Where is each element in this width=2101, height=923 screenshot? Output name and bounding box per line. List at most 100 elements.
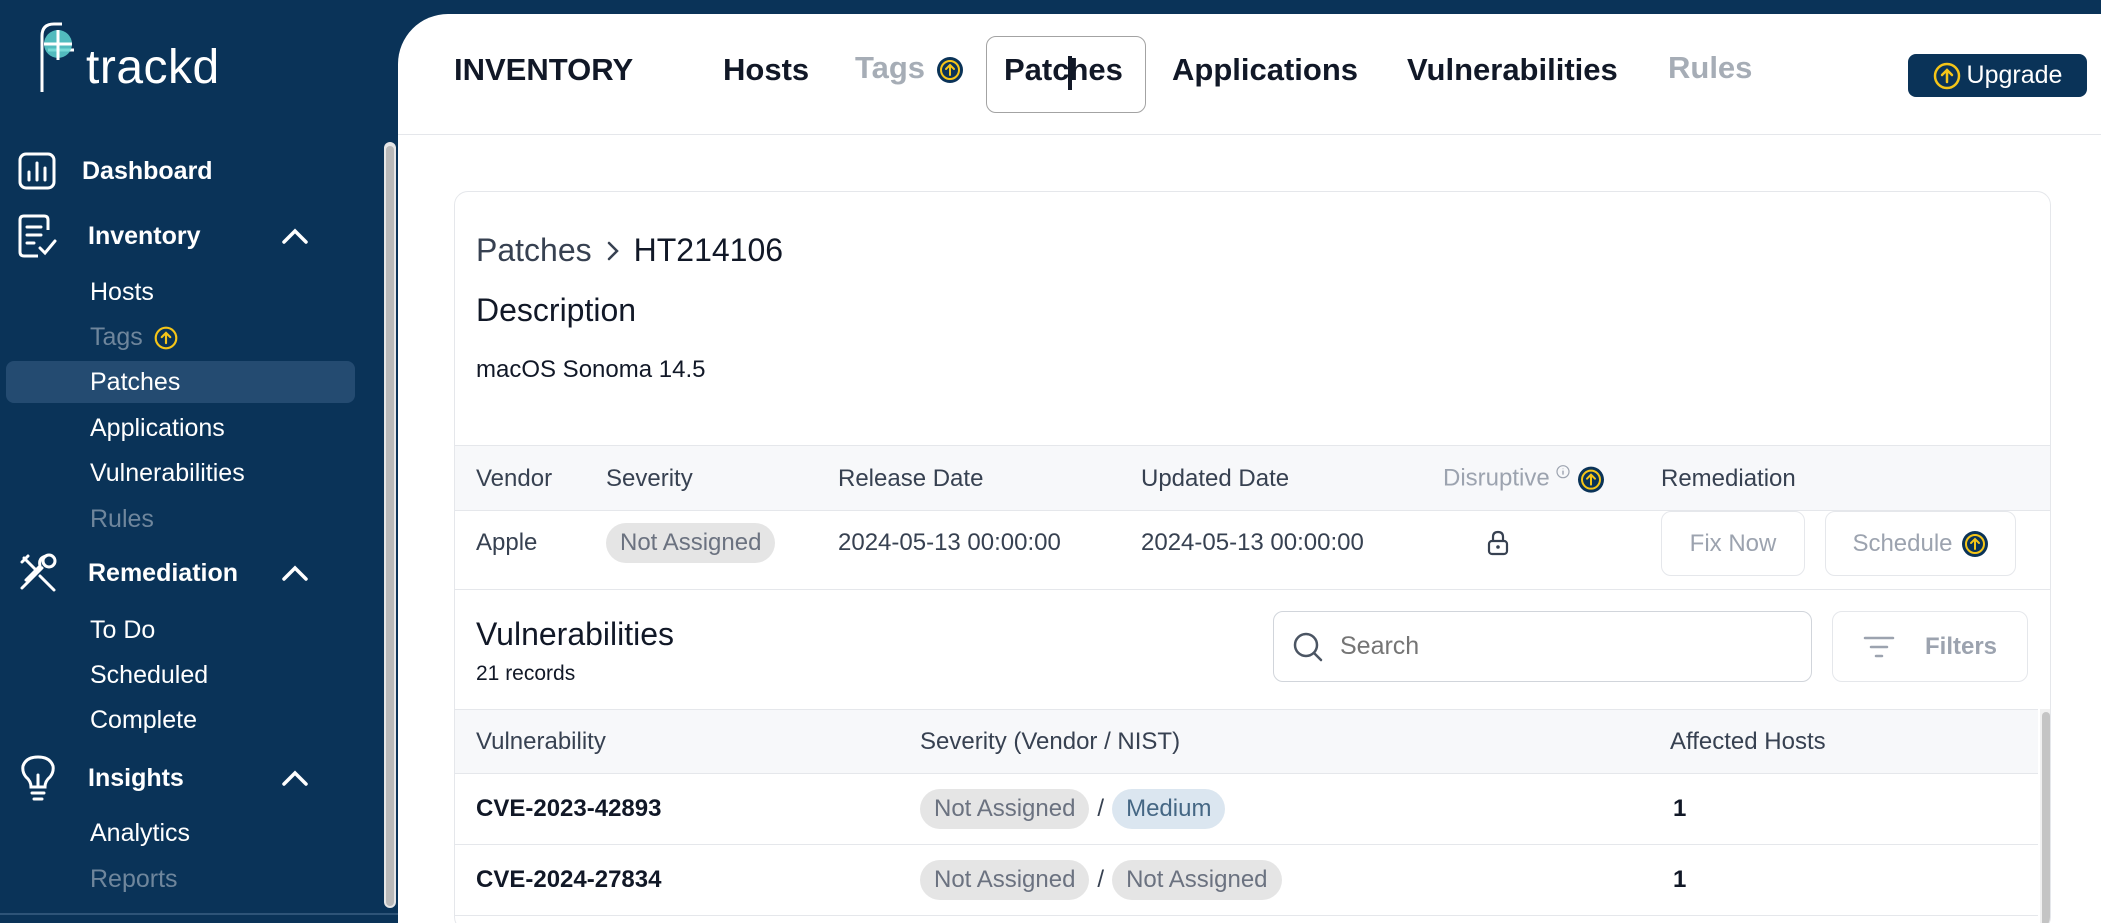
upgrade-button[interactable]: Upgrade (1908, 54, 2087, 97)
breadcrumb-current: HT214106 (633, 232, 784, 268)
col-release-date: Release Date (838, 465, 984, 492)
tab-rules[interactable]: Rules (1668, 50, 1752, 86)
sidebar-item-complete[interactable]: Complete (90, 706, 197, 735)
trackd-logo[interactable]: trackd (34, 20, 220, 92)
th-affected-hosts[interactable]: Affected Hosts (1670, 728, 1826, 756)
col-severity: Severity (606, 465, 693, 492)
nist-severity-pill: Medium (1112, 789, 1226, 829)
nav-dashboard[interactable]: Dashboard (18, 152, 213, 190)
search-box[interactable] (1273, 611, 1812, 682)
lightbulb-icon (21, 755, 55, 801)
vendor-severity-pill: Not Assigned (920, 789, 1090, 829)
main-panel: INVENTORY Hosts Tags Patches Application… (398, 14, 2101, 923)
affected-hosts: 1 (1673, 795, 1687, 822)
nav-insights-label: Insights (88, 763, 184, 792)
patch-meta-header: Vendor Severity Release Date Updated Dat… (455, 445, 2050, 511)
cve-id[interactable]: CVE-2023-42893 (476, 795, 661, 823)
tab-patches[interactable]: Patches (1004, 52, 1123, 88)
upgrade-label: Upgrade (1966, 61, 2063, 89)
nav-remediation[interactable]: Remediation (18, 552, 308, 594)
vulnerabilities-table-header: Vulnerability Severity (Vendor / NIST) A… (455, 709, 2038, 774)
breadcrumb: Patches HT214106 (476, 232, 783, 269)
severity-cell: Not Assigned / Medium (920, 789, 1226, 829)
table-scrollbar-thumb[interactable] (2042, 712, 2050, 923)
tab-tags-label: Tags (855, 50, 926, 85)
th-severity[interactable]: Severity (Vendor / NIST) (920, 728, 1180, 756)
severity-separator: / (1097, 795, 1105, 822)
sidebar-item-reports[interactable]: Reports (90, 865, 178, 894)
upgrade-arrow-icon (1933, 62, 1960, 89)
nav-dashboard-label: Dashboard (82, 156, 213, 185)
upgrade-badge-icon (936, 56, 963, 83)
fix-now-button[interactable]: Fix Now (1661, 511, 1805, 576)
tab-vulnerabilities[interactable]: Vulnerabilities (1407, 52, 1618, 88)
nav-remediation-label: Remediation (88, 558, 239, 587)
filter-icon (1863, 636, 1895, 657)
tab-applications[interactable]: Applications (1172, 52, 1358, 88)
info-icon[interactable] (1556, 465, 1570, 479)
dashboard-icon (18, 152, 56, 190)
severity-cell: Not Assigned / Not Assigned (920, 860, 1282, 900)
vendor-severity-pill: Not Assigned (920, 860, 1090, 900)
vulnerabilities-heading: Vulnerabilities (476, 616, 675, 652)
table-row[interactable]: CVE-2023-42893 Not Assigned / Medium 1 (455, 774, 2038, 845)
col-disruptive: Disruptive (1443, 465, 1605, 494)
tab-tags[interactable]: Tags (855, 50, 964, 86)
sidebar-scrollbar-thumb[interactable] (386, 146, 394, 906)
upgrade-badge-icon (154, 327, 178, 350)
upgrade-badge-icon (1578, 466, 1605, 493)
breadcrumb-patches[interactable]: Patches (476, 232, 592, 269)
col-remediation: Remediation (1661, 465, 1796, 492)
inventory-icon (18, 214, 57, 258)
tab-hosts[interactable]: Hosts (723, 52, 809, 88)
chevron-up-icon[interactable] (282, 228, 308, 244)
records-count: 21 records (476, 662, 576, 685)
logo-text: trackd (86, 41, 220, 94)
affected-hosts: 1 (1673, 866, 1687, 893)
description-heading: Description (476, 292, 637, 328)
th-vulnerability[interactable]: Vulnerability (476, 728, 606, 756)
sidebar-item-rules[interactable]: Rules (90, 505, 154, 534)
schedule-label: Schedule (1852, 529, 1953, 557)
chevron-up-icon[interactable] (282, 770, 308, 786)
active-item-highlight (6, 361, 355, 403)
cve-id[interactable]: CVE-2024-27834 (476, 866, 661, 894)
nav-inventory-label: Inventory (88, 221, 201, 250)
sidebar-item-hosts[interactable]: Hosts (90, 278, 154, 307)
search-input[interactable] (1340, 632, 1780, 661)
sidebar-item-tags-label: Tags (90, 323, 143, 351)
section-title: INVENTORY (454, 52, 634, 87)
severity-separator: / (1097, 866, 1105, 893)
col-disruptive-label: Disruptive (1443, 464, 1550, 492)
nav-insights[interactable]: Insights (18, 755, 308, 801)
sidebar: trackd Dashboard Inventory Hosts Tags Pa… (0, 0, 398, 923)
nav-inventory[interactable]: Inventory (18, 214, 308, 258)
sidebar-item-todo[interactable]: To Do (90, 616, 155, 645)
sidebar-divider (0, 913, 398, 915)
logo-icon (40, 22, 74, 92)
sidebar-item-patches[interactable]: Patches (90, 368, 180, 397)
sidebar-item-analytics[interactable]: Analytics (90, 819, 190, 848)
col-vendor: Vendor (476, 465, 553, 492)
chevron-right-icon (607, 241, 619, 260)
release-date-value: 2024-05-13 00:00:00 (838, 529, 1061, 556)
filters-label: Filters (1924, 632, 1998, 660)
filters-button[interactable]: Filters (1832, 611, 2028, 682)
schedule-button[interactable]: Schedule (1825, 511, 2016, 576)
sidebar-item-vulnerabilities[interactable]: Vulnerabilities (90, 459, 245, 488)
severity-pill: Not Assigned (606, 523, 776, 563)
chevron-up-icon[interactable] (282, 565, 308, 581)
patch-detail-card: Patches HT214106 Description macOS Sonom… (454, 191, 2051, 923)
sidebar-item-scheduled[interactable]: Scheduled (90, 661, 208, 690)
tools-icon (20, 553, 57, 592)
top-navigation: INVENTORY Hosts Tags Patches Application… (398, 14, 2101, 135)
nist-severity-pill: Not Assigned (1112, 860, 1282, 900)
severity-badge: Not Assigned (606, 523, 776, 563)
sidebar-item-tags[interactable]: Tags (90, 323, 178, 352)
search-icon (1293, 632, 1323, 661)
col-updated-date: Updated Date (1141, 465, 1290, 492)
updated-date-value: 2024-05-13 00:00:00 (1141, 529, 1364, 556)
section-divider (455, 589, 2050, 590)
table-row[interactable]: CVE-2024-27834 Not Assigned / Not Assigned… (455, 845, 2038, 916)
sidebar-item-applications[interactable]: Applications (90, 414, 225, 443)
